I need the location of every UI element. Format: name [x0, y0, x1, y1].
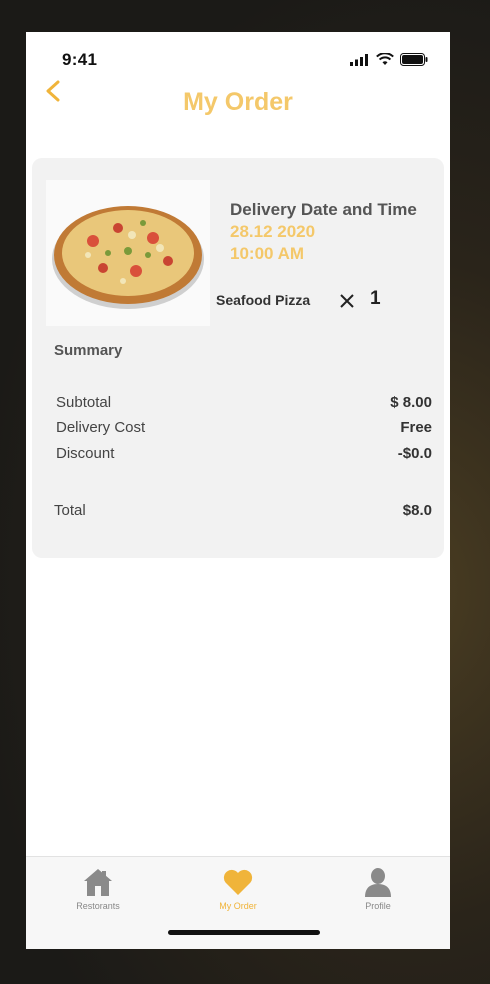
tab-label: Restorants	[76, 901, 120, 911]
profile-icon	[365, 868, 391, 897]
tab-label: My Order	[219, 901, 257, 911]
status-time: 9:41	[62, 50, 98, 69]
status-bar: 9:41	[26, 32, 450, 76]
item-quantity: 1	[370, 288, 381, 309]
pizza-image	[46, 180, 210, 326]
summary-total-row: Total $8.0	[54, 502, 432, 519]
summary-row-value: $ 8.00	[390, 394, 432, 411]
phone-screen: 9:41 My Order Delivery Date and Time 28.…	[26, 32, 450, 949]
total-label: Total	[54, 502, 86, 519]
delivery-label: Delivery Date and Time	[230, 200, 417, 219]
tab-profile[interactable]: Profile	[328, 865, 428, 911]
tab-my-order[interactable]: My Order	[188, 865, 288, 911]
tab-label: Profile	[365, 901, 391, 911]
home-indicator[interactable]	[168, 930, 320, 935]
tab-restorants[interactable]: Restorants	[48, 865, 148, 911]
pizza-icon	[52, 206, 204, 309]
summary-row-subtotal: Subtotal $ 8.00	[56, 394, 432, 411]
summary-row-label: Delivery Cost	[56, 419, 146, 436]
times-icon	[340, 294, 354, 308]
item-name: Seafood Pizza	[216, 292, 311, 308]
delivery-date: 28.12 2020	[230, 222, 316, 241]
order-card: Delivery Date and Time 28.12 2020 10:00 …	[32, 158, 444, 558]
home-icon	[84, 869, 112, 896]
summary-row-value: -$0.0	[397, 445, 432, 462]
summary-row-value: Free	[400, 419, 432, 436]
summary-row-label: Discount	[56, 445, 115, 462]
page-title: My Order	[183, 88, 293, 116]
battery-icon	[400, 53, 428, 66]
status-icons	[350, 53, 428, 66]
total-value: $8.0	[402, 502, 432, 519]
tab-bar: Restorants My Order Profile	[26, 856, 450, 949]
summary-row-label: Subtotal	[56, 394, 112, 411]
summary-row-delivery: Delivery Cost Free	[56, 419, 432, 436]
wifi-icon	[376, 53, 394, 65]
summary-heading: Summary	[54, 342, 123, 359]
delivery-time: 10:00 AM	[230, 244, 305, 263]
heart-icon	[223, 869, 253, 895]
signal-icon	[350, 53, 368, 66]
summary-row-discount: Discount -$0.0	[56, 445, 432, 462]
